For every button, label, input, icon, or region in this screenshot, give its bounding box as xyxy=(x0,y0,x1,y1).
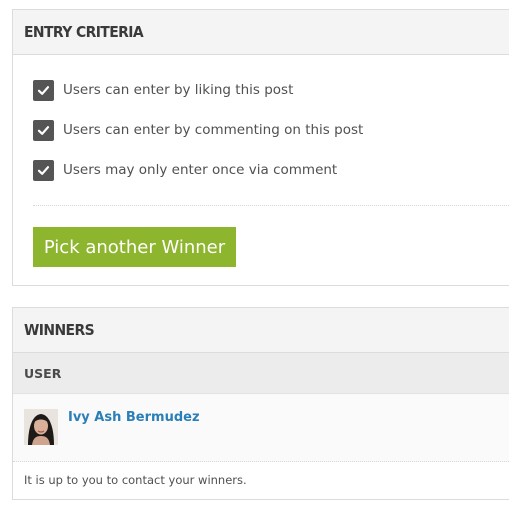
winners-note: It is up to you to contact your winners. xyxy=(24,473,247,487)
winners-table-header: User xyxy=(13,353,509,394)
criteria-item-once[interactable]: Users may only enter once via comment xyxy=(13,160,509,200)
criteria-label: Users can enter by commenting on this po… xyxy=(63,122,364,138)
avatar[interactable] xyxy=(24,409,58,445)
table-row: Ivy Ash Bermudez xyxy=(13,394,509,462)
winners-title: Winners xyxy=(24,321,95,339)
entry-criteria-panel: Entry Criteria Users can enter by liking… xyxy=(12,9,509,286)
column-header-user: User xyxy=(24,365,62,381)
checkbox-once[interactable] xyxy=(33,160,54,181)
criteria-item-like[interactable]: Users can enter by liking this post xyxy=(13,80,509,120)
check-icon xyxy=(37,86,50,95)
user-avatar-icon xyxy=(24,409,58,445)
entry-criteria-title: Entry Criteria xyxy=(24,23,144,41)
winners-panel: Winners User Ivy Ash Bermudez It is up t… xyxy=(12,307,509,500)
pick-another-winner-button[interactable]: Pick another Winner xyxy=(33,227,236,267)
checkbox-comment[interactable] xyxy=(33,120,54,141)
criteria-list: Users can enter by liking this post User… xyxy=(13,55,509,200)
checkbox-like[interactable] xyxy=(33,80,54,101)
divider xyxy=(33,205,509,206)
criteria-label: Users can enter by liking this post xyxy=(63,82,294,98)
winners-header: Winners xyxy=(13,308,509,353)
criteria-label: Users may only enter once via comment xyxy=(63,162,338,178)
entry-criteria-header: Entry Criteria xyxy=(13,10,509,55)
check-icon xyxy=(37,126,50,135)
winner-name-link[interactable]: Ivy Ash Bermudez xyxy=(68,410,200,425)
check-icon xyxy=(37,166,50,175)
criteria-item-comment[interactable]: Users can enter by commenting on this po… xyxy=(13,120,509,160)
